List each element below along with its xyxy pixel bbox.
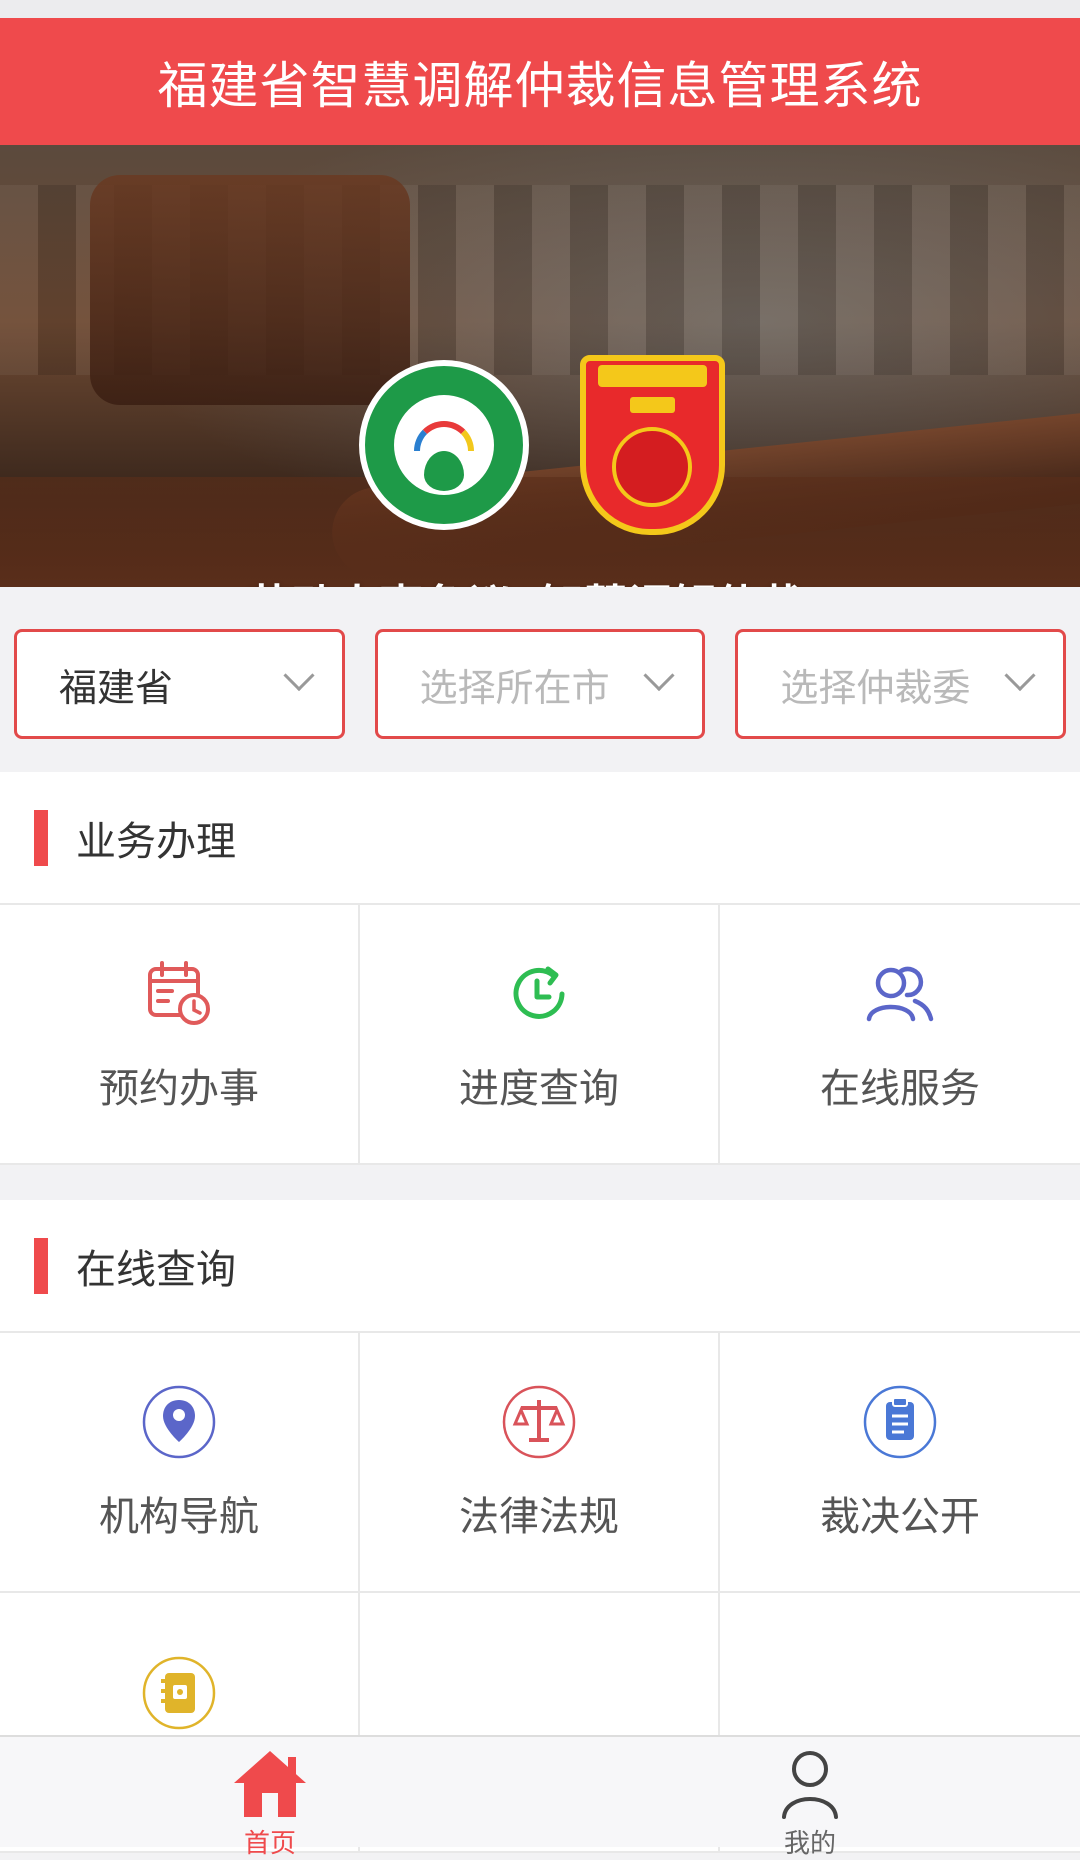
home-icon xyxy=(230,1747,310,1819)
section-header: 在线查询 xyxy=(0,1200,1080,1333)
section-divider xyxy=(0,1165,1080,1200)
section-header: 业务办理 xyxy=(0,772,1080,905)
clipboard-icon xyxy=(860,1382,940,1462)
section-title: 业务办理 xyxy=(76,818,236,865)
chevron-down-icon xyxy=(283,659,315,692)
tab-mine-label: 我的 xyxy=(783,1829,836,1859)
institution-nav-button[interactable]: 机构导航 xyxy=(0,1333,360,1593)
calendar-clock-icon xyxy=(139,954,219,1034)
banner: 劳动人事争议“智慧调解仲裁” xyxy=(0,145,1080,587)
business-section: 业务办理 预约办事 进度查询 在线服务 xyxy=(0,772,1080,1165)
tab-mine[interactable]: 我的 xyxy=(540,1737,1080,1859)
institution-nav-label: 机构导航 xyxy=(99,1494,259,1540)
province-select[interactable]: 福建省 xyxy=(14,629,345,739)
page-title: 福建省智慧调解仲裁信息管理系统 xyxy=(157,56,923,115)
committee-select-placeholder: 选择仲裁委 xyxy=(780,665,971,710)
city-select[interactable]: 选择所在市 xyxy=(374,629,706,739)
progress-query-label: 进度查询 xyxy=(459,1066,619,1112)
ruling-disclosure-label: 裁决公开 xyxy=(820,1494,980,1540)
user-icon xyxy=(770,1747,850,1819)
clock-refresh-icon xyxy=(499,954,579,1034)
mediation-emblem xyxy=(359,360,529,530)
region-selectors: 福建省 选择所在市 选择仲裁委 xyxy=(0,587,1080,772)
laws-regulations-label: 法律法规 xyxy=(459,1494,619,1540)
section-marker xyxy=(34,809,48,866)
section-title: 在线查询 xyxy=(76,1246,236,1293)
gavel-image xyxy=(90,175,410,405)
laws-regulations-button[interactable]: 法律法规 xyxy=(360,1333,720,1593)
tab-home-label: 首页 xyxy=(243,1829,296,1859)
arbitration-emblem xyxy=(580,355,725,535)
appointment-button[interactable]: 预约办事 xyxy=(0,905,360,1165)
chevron-down-icon xyxy=(1004,659,1036,692)
banner-slogan: 劳动人事争议“智慧调解仲裁” xyxy=(0,570,1080,587)
bottom-tab-bar: 首页 我的 xyxy=(0,1735,1080,1859)
chevron-down-icon xyxy=(643,659,675,692)
section-marker xyxy=(34,1237,48,1294)
business-grid: 预约办事 进度查询 在线服务 xyxy=(0,905,1080,1165)
progress-query-button[interactable]: 进度查询 xyxy=(360,905,720,1165)
online-service-button[interactable]: 在线服务 xyxy=(720,905,1080,1165)
ruling-disclosure-button[interactable]: 裁决公开 xyxy=(720,1333,1080,1593)
tab-home[interactable]: 首页 xyxy=(0,1737,540,1859)
scales-icon xyxy=(499,1382,579,1462)
appointment-label: 预约办事 xyxy=(99,1066,259,1112)
app-header: 福建省智慧调解仲裁信息管理系统 xyxy=(0,18,1080,145)
location-pin-icon xyxy=(139,1382,219,1462)
notebook-icon xyxy=(139,1653,219,1733)
users-icon xyxy=(860,954,940,1034)
online-service-label: 在线服务 xyxy=(820,1066,980,1112)
committee-select[interactable]: 选择仲裁委 xyxy=(735,629,1067,739)
province-select-value: 福建省 xyxy=(59,665,174,710)
status-strip xyxy=(0,0,1080,18)
city-select-placeholder: 选择所在市 xyxy=(419,665,610,710)
